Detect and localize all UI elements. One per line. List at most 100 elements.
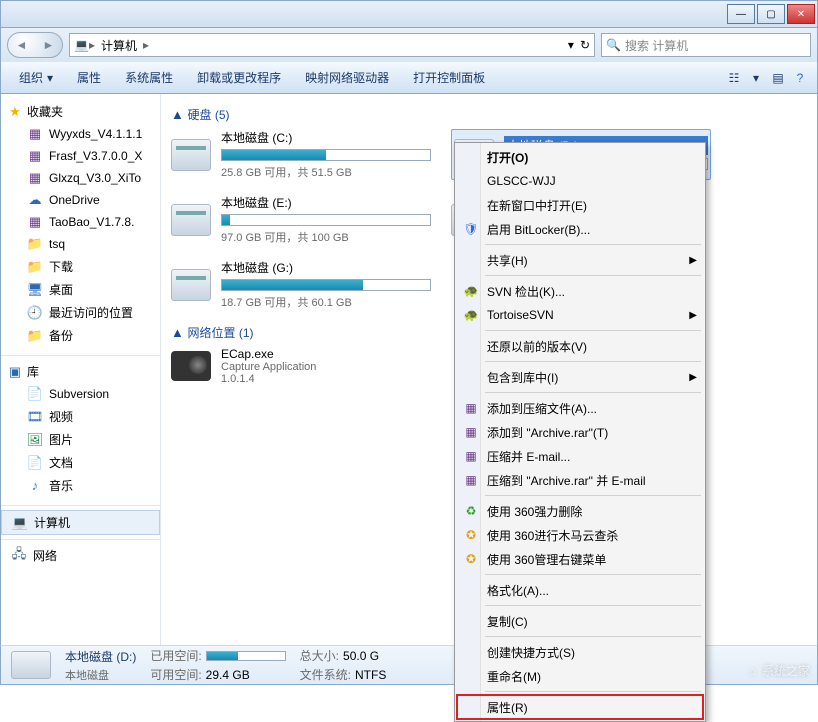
drive-icon xyxy=(171,204,211,236)
watermark: ⌂ 系统之家 xyxy=(749,662,810,679)
context-menu-item[interactable]: 属性(R) xyxy=(457,695,703,719)
sidebar-item[interactable]: ▦Wyyxds_V4.1.1.1 xyxy=(1,123,160,145)
refresh-icon[interactable]: ↻ xyxy=(580,38,590,52)
sidebar-item[interactable]: 🕘最近访问的位置 xyxy=(1,301,160,324)
toolbar-uninstall[interactable]: 卸载或更改程序 xyxy=(187,67,291,88)
context-menu-item[interactable]: 包含到库中(I)▶ xyxy=(457,365,703,389)
sidebar-item[interactable]: ☁OneDrive xyxy=(1,189,160,211)
status-total-label: 总大小: xyxy=(300,647,339,664)
back-icon[interactable]: ◄ xyxy=(8,33,35,57)
rar-icon: ▦ xyxy=(27,170,43,186)
context-menu-item[interactable]: 格式化(A)... xyxy=(457,578,703,602)
context-menu-item[interactable]: 还原以前的版本(V) xyxy=(457,334,703,358)
sidebar-item-label: Glxzq_V3.0_XiTo xyxy=(49,171,141,185)
context-menu-item[interactable]: 🛡启用 BitLocker(B)... xyxy=(457,217,703,241)
context-menu-label: 使用 360进行木马云查杀 xyxy=(487,527,618,544)
pic-icon: 🖼 xyxy=(27,432,43,448)
sidebar-item[interactable]: 📁下载 xyxy=(1,255,160,278)
sidebar-item[interactable]: 🎞视频 xyxy=(1,405,160,428)
sidebar-item[interactable]: ▦Frasf_V3.7.0.0_X xyxy=(1,145,160,167)
sidebar-group-libraries[interactable]: ▣ 库 xyxy=(1,360,160,383)
help-icon[interactable]: ? xyxy=(791,71,809,85)
context-menu-label: 打开(O) xyxy=(487,149,528,166)
sidebar-item[interactable]: ♪音乐 xyxy=(1,474,160,497)
close-button[interactable]: ✕ xyxy=(787,4,815,24)
context-menu-item[interactable]: 复制(C) xyxy=(457,609,703,633)
doc-icon: 📄 xyxy=(27,455,43,471)
context-menu-label: 使用 360管理右键菜单 xyxy=(487,551,606,568)
drive-icon xyxy=(171,269,211,301)
drive-item[interactable]: 本地磁盘 (C:) 25.8 GB 可用，共 51.5 GB xyxy=(171,129,431,180)
sidebar-item-label: 视频 xyxy=(49,408,73,425)
folder-icon: 📁 xyxy=(27,236,43,252)
preview-pane-icon[interactable]: ▤ xyxy=(769,71,787,85)
context-menu-label: 属性(R) xyxy=(487,699,528,716)
drive-icon xyxy=(171,139,211,171)
rar-i-icon: ▦ xyxy=(462,401,480,415)
context-menu-item[interactable]: ▦压缩到 "Archive.rar" 并 E-mail xyxy=(457,468,703,492)
context-menu-item[interactable]: 打开(O) xyxy=(457,145,703,169)
context-menu-item[interactable]: 🐢TortoiseSVN▶ xyxy=(457,303,703,327)
context-menu-item[interactable]: ♻ 使用 360强力删除 xyxy=(457,499,703,523)
green-icon: ♻ xyxy=(462,504,480,518)
sidebar-item[interactable]: 📁tsq xyxy=(1,233,160,255)
chevron-down-icon[interactable]: ▾ xyxy=(747,71,765,85)
context-menu-item[interactable]: ▦压缩并 E-mail... xyxy=(457,444,703,468)
context-menu-item[interactable]: 重命名(M) xyxy=(457,664,703,688)
rar-i-icon: ▦ xyxy=(462,425,480,439)
turtle-icon: 🐢 xyxy=(462,308,480,322)
forward-icon[interactable]: ► xyxy=(35,33,62,57)
sidebar-item-label: 桌面 xyxy=(49,281,73,298)
sidebar-item[interactable]: 🖥 桌面 xyxy=(1,278,160,301)
sidebar-network[interactable]: 🖧 网络 xyxy=(1,544,160,567)
search-input[interactable]: 🔍 搜索 计算机 xyxy=(601,33,811,57)
status-drive-type: 本地磁盘 xyxy=(65,667,136,683)
drive-usage-text: 18.7 GB 可用，共 60.1 GB xyxy=(221,294,431,310)
context-menu-item[interactable]: 在新窗口中打开(E) xyxy=(457,193,703,217)
context-menu-label: 使用 360强力删除 xyxy=(487,503,582,520)
sidebar-item[interactable]: ▦ Glxzq_V3.0_XiTo xyxy=(1,167,160,189)
sidebar-item[interactable]: 📄文档 xyxy=(1,451,160,474)
toolbar-properties[interactable]: 属性 xyxy=(67,67,111,88)
status-used-bar xyxy=(206,651,286,661)
sidebar-computer[interactable]: 💻 计算机 xyxy=(1,510,160,535)
toolbar-control-panel[interactable]: 打开控制面板 xyxy=(403,67,495,88)
turtle-icon: 🐢 xyxy=(462,284,480,298)
context-menu-item[interactable]: ✪使用 360管理右键菜单 xyxy=(457,547,703,571)
context-menu-item[interactable]: ✪ 使用 360进行木马云查杀 xyxy=(457,523,703,547)
sidebar-item[interactable]: 📁备份 xyxy=(1,324,160,347)
desk-icon: 🖥 xyxy=(27,282,43,298)
status-used-label: 已用空间: xyxy=(150,647,201,664)
drive-item[interactable]: 本地磁盘 (G:) 18.7 GB 可用，共 60.1 GB xyxy=(171,259,431,310)
breadcrumb-computer[interactable]: 计算机 xyxy=(95,37,143,54)
sidebar-item[interactable]: ▦TaoBao_V1.7.8. xyxy=(1,211,160,233)
nav-back-forward[interactable]: ◄ ► xyxy=(7,32,63,58)
q360-icon: ✪ xyxy=(462,528,480,542)
address-bar[interactable]: 💻 ▸ 计算机 ▸ ▾ ↻ xyxy=(69,33,595,57)
context-menu-item[interactable]: 🐢SVN 检出(K)... xyxy=(457,279,703,303)
sidebar-item-label: TaoBao_V1.7.8. xyxy=(49,215,134,229)
context-menu-item[interactable]: ▦添加到 "Archive.rar"(T) xyxy=(457,420,703,444)
navigation-bar: ◄ ► 💻 ▸ 计算机 ▸ ▾ ↻ 🔍 搜索 计算机 xyxy=(0,28,818,62)
sidebar-group-favorites[interactable]: ★ 收藏夹 xyxy=(1,100,160,123)
sidebar-item[interactable]: 📄Subversion xyxy=(1,383,160,405)
context-menu-item[interactable]: GLSCC-WJJ xyxy=(457,169,703,193)
drive-name: 本地磁盘 (C:) xyxy=(221,129,431,146)
maximize-button[interactable]: ▢ xyxy=(757,4,785,24)
toolbar-map-drive[interactable]: 映射网络驱动器 xyxy=(295,67,399,88)
drive-usage-text: 97.0 GB 可用，共 100 GB xyxy=(221,229,431,245)
computer-icon: 💻 xyxy=(12,515,28,531)
context-menu-label: 压缩并 E-mail... xyxy=(487,448,570,465)
context-menu-item[interactable]: 创建快捷方式(S) xyxy=(457,640,703,664)
view-mode-icon[interactable]: ☷ xyxy=(725,71,743,85)
address-dropdown-icon[interactable]: ▾ xyxy=(568,38,574,52)
status-fs-label: 文件系统: xyxy=(300,666,351,683)
toolbar-system-properties[interactable]: 系统属性 xyxy=(115,67,183,88)
context-menu-item[interactable]: 共享(H)▶ xyxy=(457,248,703,272)
drive-item[interactable]: 本地磁盘 (E:) 97.0 GB 可用，共 100 GB xyxy=(171,194,431,245)
context-menu-label: 创建快捷方式(S) xyxy=(487,644,575,661)
toolbar-organize[interactable]: 组织▾ xyxy=(9,67,63,88)
context-menu-item[interactable]: ▦添加到压缩文件(A)... xyxy=(457,396,703,420)
sidebar-item[interactable]: 🖼图片 xyxy=(1,428,160,451)
minimize-button[interactable]: — xyxy=(727,4,755,24)
